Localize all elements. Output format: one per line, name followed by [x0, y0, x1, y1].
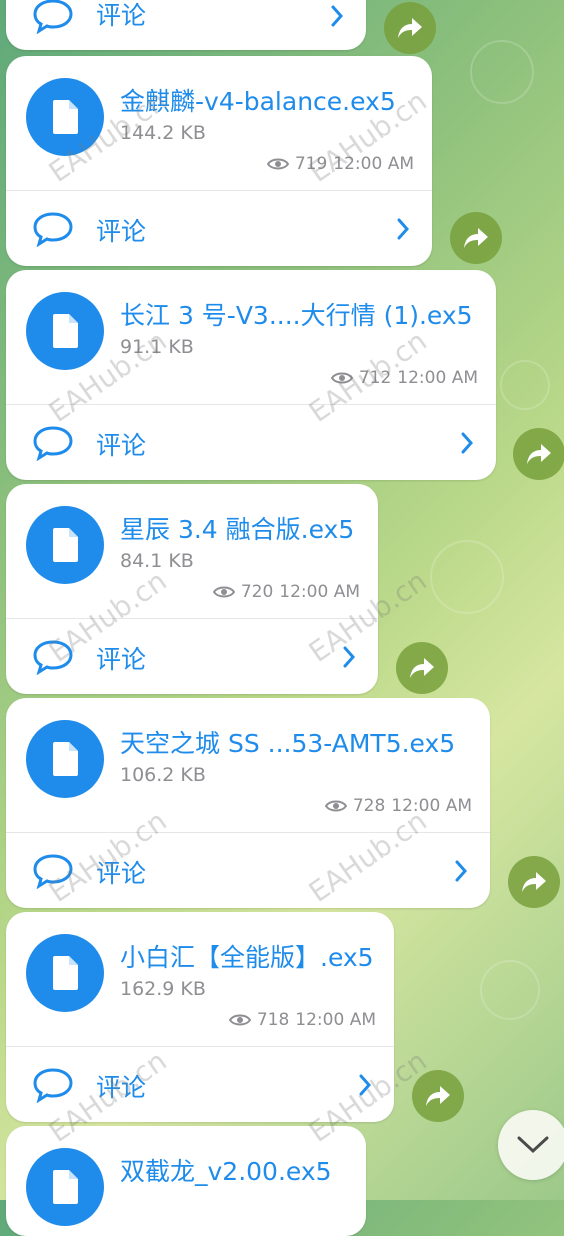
message-time: 12:00 AM	[397, 368, 478, 388]
view-count: 712	[358, 368, 392, 388]
comment-row[interactable]: 评论	[6, 833, 490, 908]
file-row[interactable]: 金麒麟-v4-balance.ex5 144.2 KB 719 12:00 AM	[6, 56, 432, 191]
eye-icon	[228, 1014, 251, 1026]
share-arrow-icon	[410, 658, 434, 678]
file-name[interactable]: 小白汇【全能版】.ex5	[120, 938, 374, 974]
comment-label[interactable]: 评论	[96, 0, 146, 32]
comment-label[interactable]: 评论	[96, 1068, 146, 1104]
comment-bubble-icon	[33, 640, 73, 675]
share-button[interactable]	[450, 212, 502, 264]
file-size: 144.2 KB	[120, 122, 206, 144]
share-button[interactable]	[396, 642, 448, 694]
message-time: 12:00 AM	[333, 154, 414, 174]
view-count: 720	[240, 582, 274, 602]
background-doodle	[470, 40, 534, 104]
share-arrow-icon	[527, 444, 551, 464]
comment-label[interactable]: 评论	[96, 640, 146, 676]
comment-bubble-icon	[33, 1068, 73, 1103]
comment-bubble-icon	[33, 854, 73, 889]
file-download-button[interactable]	[26, 292, 104, 370]
file-message[interactable]: 天空之城 SS ...53-AMT5.ex5 106.2 KB 728 12:0…	[6, 698, 490, 908]
file-size: 162.9 KB	[120, 978, 206, 1000]
comment-bubble-icon	[33, 426, 73, 461]
file-icon	[53, 314, 78, 348]
comment-label[interactable]: 评论	[96, 854, 146, 890]
eye-icon	[324, 800, 347, 812]
file-message[interactable]: 星辰 3.4 融合版.ex5 84.1 KB 720 12:00 AM 评论	[6, 484, 378, 694]
eye-icon	[212, 586, 235, 598]
file-message[interactable]: 金麒麟-v4-balance.ex5 144.2 KB 719 12:00 AM…	[6, 56, 432, 266]
background-doodle	[480, 960, 540, 1020]
chevron-right-icon[interactable]	[460, 431, 474, 455]
file-download-button[interactable]	[26, 720, 104, 798]
message-time: 12:00 AM	[391, 796, 472, 816]
file-download-button[interactable]	[26, 506, 104, 584]
eye-icon	[266, 158, 289, 170]
chevron-right-icon[interactable]	[330, 4, 344, 28]
file-name[interactable]: 金麒麟-v4-balance.ex5	[120, 82, 396, 118]
file-size: 91.1 KB	[120, 336, 194, 358]
view-count: 719	[294, 154, 328, 174]
message-meta: 719 12:00 AM	[266, 154, 414, 174]
file-icon	[53, 742, 78, 776]
message-time: 12:00 AM	[295, 1010, 376, 1030]
comment-label[interactable]: 评论	[96, 212, 146, 248]
message-meta: 720 12:00 AM	[212, 582, 360, 602]
file-name[interactable]: 星辰 3.4 融合版.ex5	[120, 510, 354, 546]
comment-row[interactable]: 评论	[6, 405, 496, 480]
share-button[interactable]	[508, 856, 560, 908]
share-arrow-icon	[398, 18, 422, 38]
chevron-right-icon[interactable]	[342, 645, 356, 669]
file-row[interactable]: 双截龙_v2.00.ex5	[6, 1126, 366, 1236]
message-meta: 712 12:00 AM	[330, 368, 478, 388]
message-meta: 728 12:00 AM	[324, 796, 472, 816]
chevron-right-icon[interactable]	[454, 859, 468, 883]
comment-row[interactable]: 评论	[6, 619, 378, 694]
file-name[interactable]: 双截龙_v2.00.ex5	[120, 1152, 332, 1188]
file-message[interactable]: 双截龙_v2.00.ex5	[6, 1126, 366, 1236]
comment-bubble-icon	[33, 0, 73, 34]
file-size: 84.1 KB	[120, 550, 194, 572]
share-arrow-icon	[522, 872, 546, 892]
share-button[interactable]	[412, 1070, 464, 1122]
file-icon	[53, 956, 78, 990]
file-message[interactable]: 长江 3 号-V3....大行情 (1).ex5 91.1 KB 712 12:…	[6, 270, 496, 480]
scroll-to-bottom-button[interactable]	[498, 1110, 564, 1180]
file-row[interactable]: 星辰 3.4 融合版.ex5 84.1 KB 720 12:00 AM	[6, 484, 378, 619]
message-bubble-partial[interactable]: 评论	[6, 0, 366, 50]
comment-row[interactable]: 评论	[6, 191, 432, 266]
message-time: 12:00 AM	[279, 582, 360, 602]
message-meta: 718 12:00 AM	[228, 1010, 376, 1030]
file-name[interactable]: 天空之城 SS ...53-AMT5.ex5	[120, 724, 455, 760]
file-row[interactable]: 天空之城 SS ...53-AMT5.ex5 106.2 KB 728 12:0…	[6, 698, 490, 833]
chevron-right-icon[interactable]	[396, 217, 410, 241]
file-download-button[interactable]	[26, 934, 104, 1012]
file-icon	[53, 100, 78, 134]
chevron-down-icon	[517, 1136, 549, 1154]
background-doodle	[430, 540, 504, 614]
comment-bubble-icon	[33, 212, 73, 247]
view-count: 718	[256, 1010, 290, 1030]
file-row[interactable]: 长江 3 号-V3....大行情 (1).ex5 91.1 KB 712 12:…	[6, 270, 496, 405]
share-button[interactable]	[384, 2, 436, 54]
background-doodle	[500, 360, 550, 410]
comment-label[interactable]: 评论	[96, 426, 146, 462]
file-download-button[interactable]	[26, 78, 104, 156]
file-name[interactable]: 长江 3 号-V3....大行情 (1).ex5	[120, 296, 473, 332]
share-button[interactable]	[513, 428, 564, 480]
view-count: 728	[352, 796, 386, 816]
file-size: 106.2 KB	[120, 764, 206, 786]
comment-row[interactable]: 评论	[6, 1047, 394, 1122]
file-row[interactable]: 小白汇【全能版】.ex5 162.9 KB 718 12:00 AM	[6, 912, 394, 1047]
share-arrow-icon	[464, 228, 488, 248]
chevron-right-icon[interactable]	[358, 1073, 372, 1097]
file-download-button[interactable]	[26, 1148, 104, 1226]
file-message[interactable]: 小白汇【全能版】.ex5 162.9 KB 718 12:00 AM 评论	[6, 912, 394, 1122]
file-icon	[53, 528, 78, 562]
eye-icon	[330, 372, 353, 384]
share-arrow-icon	[426, 1086, 450, 1106]
